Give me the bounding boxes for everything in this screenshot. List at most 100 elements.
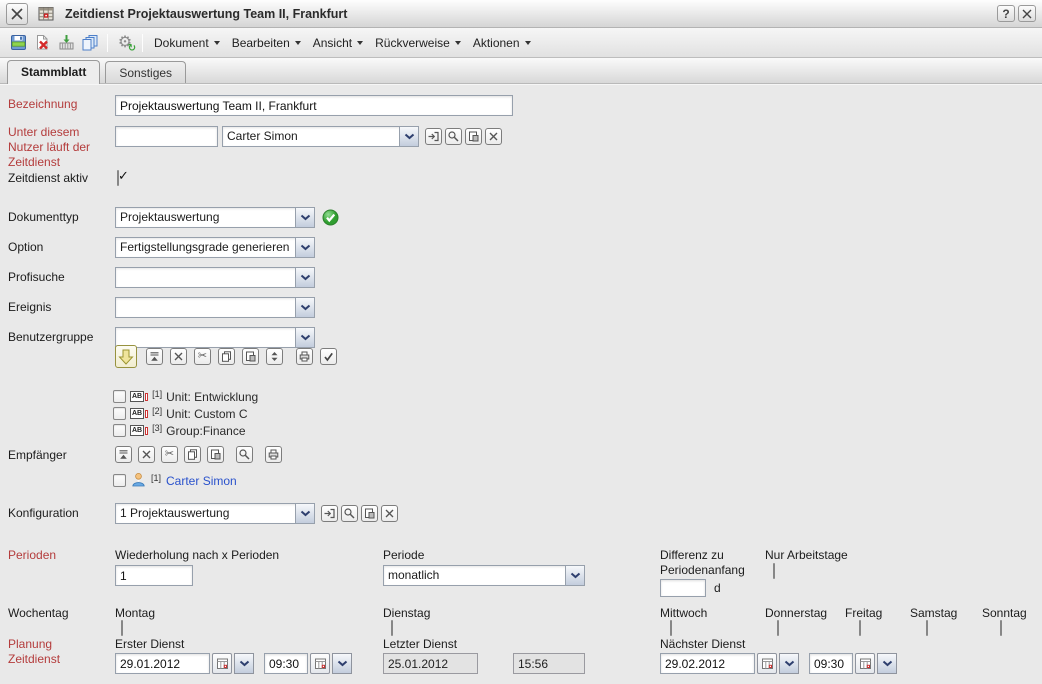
search-icon[interactable] bbox=[341, 505, 358, 522]
person-icon bbox=[131, 472, 146, 490]
empfaenger-actions: ✂ bbox=[115, 446, 282, 463]
day-checkbox-freitag[interactable] bbox=[859, 620, 861, 636]
process-button[interactable]: ⚙↻ bbox=[113, 31, 137, 55]
copy-icon[interactable] bbox=[184, 446, 201, 463]
day-checkbox-mittwoch[interactable] bbox=[670, 620, 672, 636]
ereignis-select[interactable] bbox=[115, 297, 315, 318]
wiederholung-input[interactable] bbox=[115, 565, 193, 586]
wochentag-label: Wochentag bbox=[8, 606, 69, 621]
print-icon[interactable] bbox=[296, 348, 313, 365]
option-select[interactable]: Fertigstellungsgrade generieren bbox=[115, 237, 315, 258]
menu-dokument[interactable]: Dokument bbox=[148, 33, 226, 53]
calendar-icon[interactable] bbox=[310, 653, 330, 674]
dokumenttyp-select[interactable]: Projektauswertung bbox=[115, 207, 315, 228]
move-top-icon[interactable] bbox=[146, 348, 163, 365]
delete-icon[interactable] bbox=[170, 348, 187, 365]
goto-icon[interactable] bbox=[321, 505, 338, 522]
day-checkbox-dienstag[interactable] bbox=[391, 620, 393, 636]
profisuche-select[interactable] bbox=[115, 267, 315, 288]
item-checkbox[interactable] bbox=[113, 407, 126, 420]
menu-ansicht[interactable]: Ansicht bbox=[307, 33, 369, 53]
tab-stammblatt[interactable]: Stammblatt bbox=[7, 60, 100, 84]
chevron-down-icon[interactable] bbox=[877, 653, 897, 674]
naechster-dienst-date-input[interactable] bbox=[660, 653, 755, 674]
chevron-down-icon[interactable] bbox=[332, 653, 352, 674]
chevron-down-icon[interactable] bbox=[565, 566, 584, 585]
search-icon[interactable] bbox=[236, 446, 253, 463]
chevron-down-icon[interactable] bbox=[295, 298, 314, 317]
differenz-label: Differenz zu Periodenanfang bbox=[660, 548, 768, 578]
dokumenttyp-value: Projektauswertung bbox=[116, 208, 295, 227]
bezeichnung-input[interactable] bbox=[115, 95, 513, 116]
empfaenger-label: Empfänger bbox=[8, 448, 67, 463]
close-button[interactable] bbox=[1018, 5, 1036, 22]
move-top-icon[interactable] bbox=[115, 446, 132, 463]
chevron-down-icon[interactable] bbox=[295, 504, 314, 523]
paste-icon[interactable] bbox=[465, 128, 482, 145]
search-icon[interactable] bbox=[445, 128, 462, 145]
item-checkbox[interactable] bbox=[113, 390, 126, 403]
naechster-dienst-time-input[interactable] bbox=[809, 653, 853, 674]
empfaenger-person-link[interactable]: Carter Simon bbox=[166, 474, 237, 488]
nur-arbeitstage-checkbox[interactable] bbox=[773, 563, 775, 579]
nutzer-filter-input[interactable] bbox=[115, 126, 218, 147]
chevron-down-icon[interactable] bbox=[399, 127, 418, 146]
menu-aktionen[interactable]: Aktionen bbox=[467, 33, 537, 53]
save-button[interactable] bbox=[6, 31, 30, 55]
day-checkbox-samstag[interactable] bbox=[926, 620, 928, 636]
clear-icon[interactable] bbox=[485, 128, 502, 145]
empfaenger-item: [1] Carter Simon bbox=[113, 473, 237, 488]
paste-icon[interactable] bbox=[207, 446, 224, 463]
goto-icon[interactable] bbox=[425, 128, 442, 145]
window-close-button[interactable] bbox=[6, 3, 28, 25]
benutzergruppe-label: Benutzergruppe bbox=[8, 330, 93, 345]
help-button[interactable]: ? bbox=[997, 5, 1015, 22]
naechster-dienst-label: Nächster Dienst bbox=[660, 637, 745, 652]
calendar-icon[interactable] bbox=[757, 653, 777, 674]
menu-bearbeiten[interactable]: Bearbeiten bbox=[226, 33, 307, 53]
copy-pages-button[interactable] bbox=[78, 31, 102, 55]
sort-icon[interactable] bbox=[266, 348, 283, 365]
item-label: Unit: Entwicklung bbox=[166, 390, 258, 404]
delete-icon[interactable] bbox=[138, 446, 155, 463]
copy-icon[interactable] bbox=[218, 348, 235, 365]
benutzergruppe-select[interactable] bbox=[115, 327, 315, 348]
confirm-check-icon[interactable] bbox=[320, 348, 337, 365]
calendar-icon[interactable] bbox=[212, 653, 232, 674]
differenz-input[interactable] bbox=[660, 579, 706, 597]
item-index: [1] bbox=[152, 389, 162, 399]
item-checkbox[interactable] bbox=[113, 474, 126, 487]
cut-icon[interactable]: ✂ bbox=[194, 348, 211, 365]
cut-icon[interactable]: ✂ bbox=[161, 446, 178, 463]
chevron-down-icon[interactable] bbox=[295, 268, 314, 287]
chevron-down-icon[interactable] bbox=[234, 653, 254, 674]
nutzer-select[interactable]: Carter Simon bbox=[222, 126, 419, 147]
checkin-button[interactable] bbox=[54, 31, 78, 55]
periode-select[interactable]: monatlich bbox=[383, 565, 585, 586]
chevron-down-icon[interactable] bbox=[779, 653, 799, 674]
day-checkbox-montag[interactable] bbox=[121, 620, 123, 636]
print-icon[interactable] bbox=[265, 446, 282, 463]
form-content: Bezeichnung Unter diesem Nutzer läuft de… bbox=[0, 84, 1042, 684]
option-label: Option bbox=[8, 240, 43, 255]
delete-document-button[interactable] bbox=[30, 31, 54, 55]
item-checkbox[interactable] bbox=[113, 424, 126, 437]
zeitdienst-aktiv-checkbox[interactable] bbox=[117, 170, 119, 186]
calendar-icon[interactable] bbox=[855, 653, 875, 674]
erster-dienst-time-input[interactable] bbox=[264, 653, 308, 674]
paste-icon[interactable] bbox=[361, 505, 378, 522]
konfiguration-select[interactable]: 1 Projektauswertung bbox=[115, 503, 315, 524]
paste-icon[interactable] bbox=[242, 348, 259, 365]
tab-sonstiges[interactable]: Sonstiges bbox=[105, 61, 186, 83]
add-down-arrow-button[interactable] bbox=[115, 345, 137, 368]
item-label: Unit: Custom C bbox=[166, 407, 247, 421]
day-checkbox-donnerstag[interactable] bbox=[777, 620, 779, 636]
chevron-down-icon[interactable] bbox=[295, 328, 314, 347]
erster-dienst-date-input[interactable] bbox=[115, 653, 210, 674]
chevron-down-icon[interactable] bbox=[295, 208, 314, 227]
day-checkbox-sonntag[interactable] bbox=[1000, 620, 1002, 636]
clear-icon[interactable] bbox=[381, 505, 398, 522]
menu-rueckverweise[interactable]: Rückverweise bbox=[369, 33, 467, 53]
periode-value: monatlich bbox=[384, 566, 565, 585]
chevron-down-icon[interactable] bbox=[295, 238, 314, 257]
